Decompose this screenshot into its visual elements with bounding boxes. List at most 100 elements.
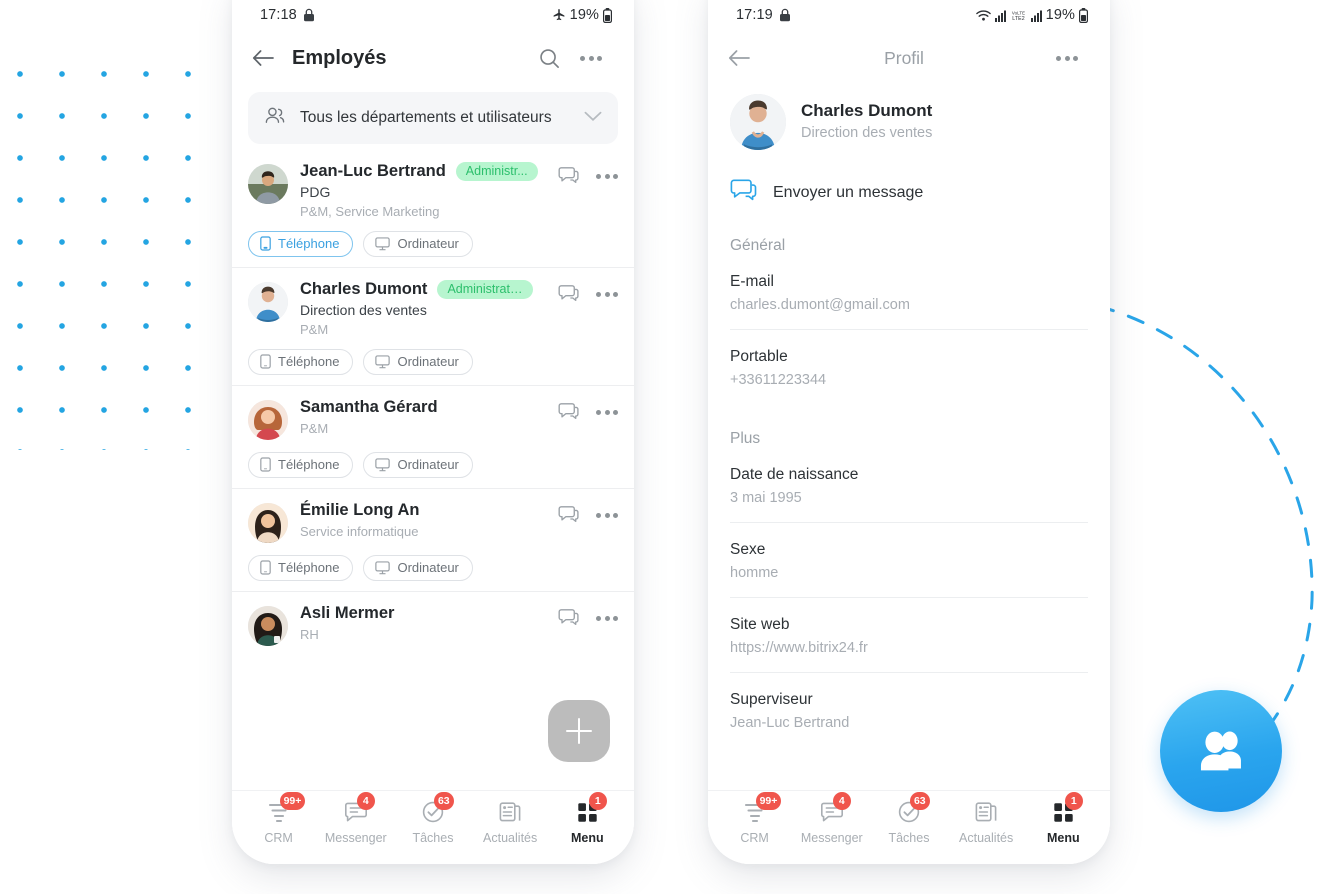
- page-title: Employés: [292, 46, 387, 69]
- back-button[interactable]: [728, 49, 762, 67]
- nav-item-messenger[interactable]: 4 Messenger: [795, 792, 869, 845]
- chip-label: Téléphone: [278, 560, 340, 575]
- employee-row[interactable]: Asli Mermer RH: [232, 591, 634, 656]
- nav-item-messenger[interactable]: 4 Messenger: [319, 792, 393, 845]
- chip-mobile[interactable]: Téléphone: [248, 349, 354, 375]
- chat-bubbles-icon: [558, 167, 579, 184]
- bottom-navigation-right[interactable]: 99+ CRM 4 Messenger 63 Tâches Actualités 1 Menu: [708, 790, 1110, 864]
- profile-field[interactable]: Superviseur Jean-Luc Bertrand: [730, 672, 1088, 747]
- send-message-button[interactable]: Envoyer un message: [708, 150, 1110, 211]
- chip-monitor[interactable]: Ordinateur: [363, 452, 473, 478]
- volte-icon: VoLTE LTE2: [1010, 9, 1027, 22]
- nav-item-menu[interactable]: 1 Menu: [1026, 792, 1100, 845]
- nav-icon: 63: [421, 792, 454, 825]
- add-employee-fab[interactable]: [548, 700, 610, 762]
- nav-icon: 4: [820, 792, 851, 825]
- chat-button[interactable]: [558, 166, 580, 186]
- app-bar-profile: Profil: [708, 30, 1110, 86]
- row-more-button[interactable]: [596, 173, 618, 179]
- profile-role: Direction des ventes: [801, 125, 933, 141]
- wifi-icon: [975, 9, 991, 22]
- employee-row[interactable]: Jean-Luc Bertrand Administr... PDG P&M, …: [232, 150, 634, 267]
- chip-monitor[interactable]: Ordinateur: [363, 349, 473, 375]
- employee-name: Charles Dumont: [300, 280, 428, 298]
- chat-button[interactable]: [558, 402, 580, 422]
- mobile-icon: [260, 457, 271, 472]
- profile-field[interactable]: Date de naissance 3 mai 1995: [730, 448, 1088, 522]
- nav-label: Menu: [1047, 831, 1080, 845]
- nav-item-menu[interactable]: 1 Menu: [550, 792, 624, 845]
- nav-icon: 1: [576, 792, 607, 825]
- avatar: [248, 282, 288, 322]
- chip-label: Téléphone: [278, 354, 340, 369]
- lock-icon: [303, 8, 315, 22]
- battery-percent: 19%: [569, 7, 599, 23]
- more-options-icon: [596, 409, 618, 415]
- nav-label: CRM: [740, 831, 769, 845]
- field-label: Superviseur: [730, 691, 813, 708]
- profile-field[interactable]: Site web https://www.bitrix24.fr: [730, 597, 1088, 672]
- status-bar-left: 17:18 19%: [232, 0, 634, 30]
- nav-item-actualits[interactable]: Actualités: [473, 799, 547, 845]
- employee-row[interactable]: Charles Dumont Administrateur Direction …: [232, 267, 634, 385]
- profile-field[interactable]: Sexe homme: [730, 522, 1088, 597]
- more-options-button[interactable]: [570, 55, 612, 61]
- field-label: Sexe: [730, 541, 766, 558]
- field-label: E-mail: [730, 273, 774, 290]
- department-selector[interactable]: Tous les départements et utilisateurs: [248, 92, 618, 144]
- nav-label: Tâches: [412, 831, 454, 845]
- employee-list[interactable]: Jean-Luc Bertrand Administr... PDG P&M, …: [232, 144, 634, 790]
- monitor-icon: [375, 354, 391, 368]
- nav-item-crm[interactable]: 99+ CRM: [242, 792, 316, 845]
- more-options-icon: [596, 291, 618, 297]
- field-label: Date de naissance: [730, 466, 859, 483]
- row-more-button[interactable]: [596, 512, 618, 518]
- svg-text:LTE2: LTE2: [1012, 15, 1025, 21]
- nav-item-tches[interactable]: 63 Tâches: [396, 792, 470, 845]
- field-label: Portable: [730, 348, 788, 365]
- row-more-button[interactable]: [596, 409, 618, 415]
- more-options-icon: [1056, 55, 1078, 61]
- chip-mobile[interactable]: Téléphone: [248, 555, 354, 581]
- row-more-button[interactable]: [596, 615, 618, 621]
- more-options-button[interactable]: [1046, 55, 1088, 61]
- nav-item-crm[interactable]: 99+ CRM: [718, 792, 792, 845]
- nav-label: Actualités: [483, 831, 538, 845]
- back-button[interactable]: [252, 49, 286, 67]
- chip-label: Ordinateur: [397, 560, 459, 575]
- nav-item-tches[interactable]: 63 Tâches: [872, 792, 946, 845]
- status-bar-right: 17:19 VoLTE LTE2 19%: [708, 0, 1110, 30]
- nav-icon: [974, 799, 998, 825]
- avatar: [248, 503, 288, 543]
- avatar: [248, 606, 288, 646]
- back-arrow-icon: [252, 50, 274, 66]
- search-button[interactable]: [528, 47, 570, 70]
- avatar: [248, 400, 288, 440]
- chip-mobile[interactable]: Téléphone: [248, 452, 354, 478]
- chat-button[interactable]: [558, 284, 580, 304]
- field-value: 3 mai 1995: [730, 490, 802, 506]
- news-icon: [975, 801, 997, 821]
- bottom-navigation-left[interactable]: 99+ CRM 4 Messenger 63 Tâches Actualités 1 Menu: [232, 790, 634, 864]
- row-more-button[interactable]: [596, 291, 618, 297]
- profile-field[interactable]: Portable +33611223344: [730, 329, 1088, 404]
- employee-row[interactable]: Émilie Long An Service informatique Télé…: [232, 488, 634, 591]
- chip-mobile[interactable]: Téléphone: [248, 231, 354, 257]
- admin-badge: Administrateur: [437, 280, 534, 299]
- avatar: [730, 94, 786, 150]
- employee-department: RH: [300, 627, 319, 642]
- chat-button[interactable]: [558, 608, 580, 628]
- monitor-icon: [375, 560, 391, 574]
- nav-label: Messenger: [800, 831, 863, 845]
- chat-button[interactable]: [558, 505, 580, 525]
- chip-monitor[interactable]: Ordinateur: [363, 555, 473, 581]
- chip-monitor[interactable]: Ordinateur: [363, 231, 473, 257]
- nav-item-actualits[interactable]: Actualités: [949, 799, 1023, 845]
- presence-chips: Téléphone Ordinateur: [248, 555, 618, 581]
- profile-field[interactable]: E-mail charles.dumont@gmail.com: [730, 255, 1088, 329]
- nav-label: CRM: [264, 831, 293, 845]
- nav-label: Actualités: [959, 831, 1014, 845]
- more-options-icon: [596, 173, 618, 179]
- employee-row[interactable]: Samantha Gérard P&M Téléphone Ordinateur: [232, 385, 634, 488]
- chip-label: Ordinateur: [397, 236, 459, 251]
